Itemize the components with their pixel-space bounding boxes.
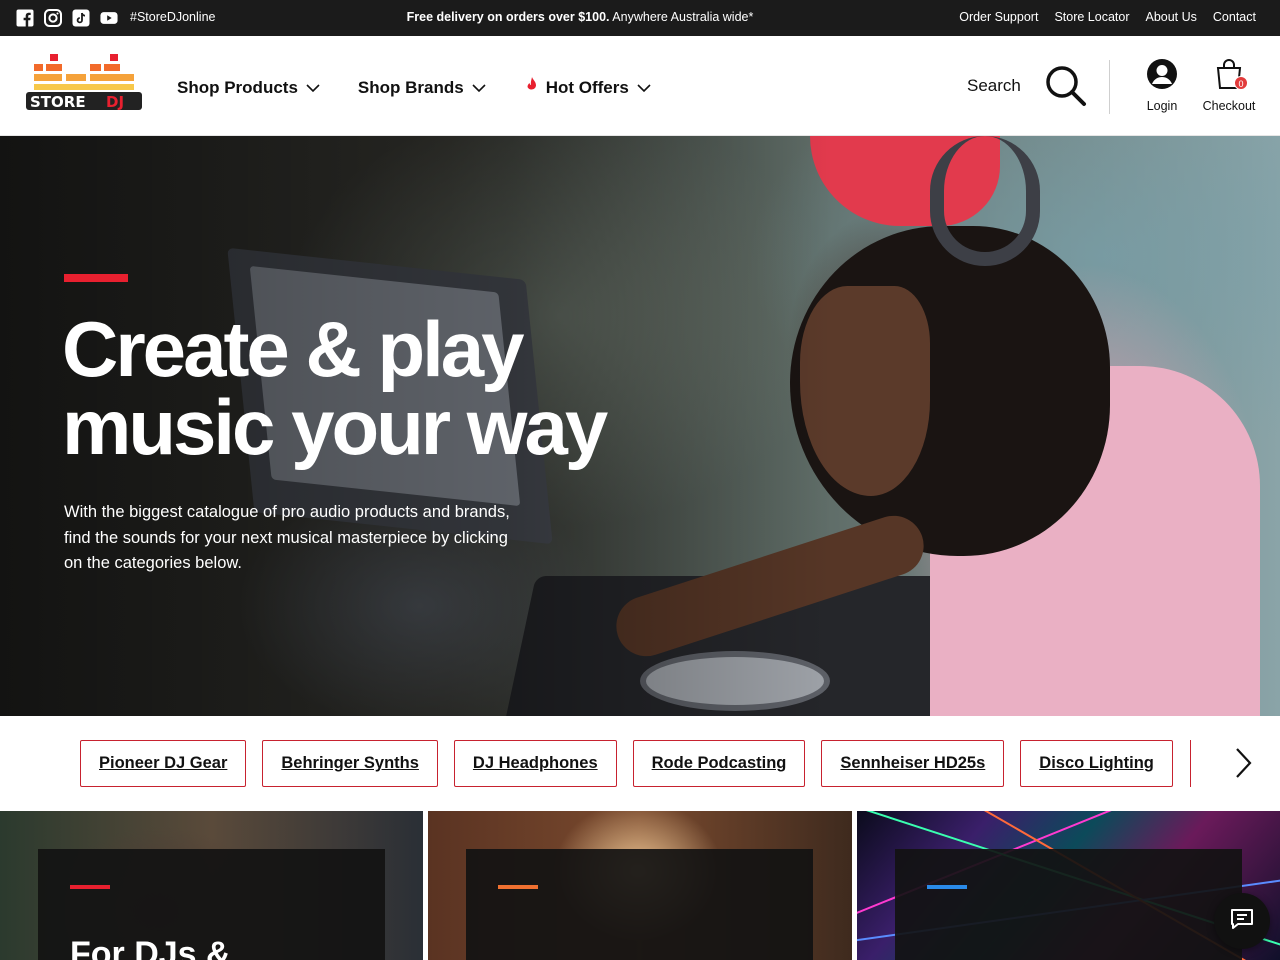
pill-sennheiser-hd25s[interactable]: Sennheiser HD25s (821, 740, 1005, 787)
user-icon (1146, 59, 1178, 93)
shopping-bag-icon: 0 (1214, 58, 1248, 90)
card-accent-bar (498, 885, 539, 889)
hero-title-line-1: Create & play (62, 305, 525, 393)
about-us-link[interactable]: About Us (1145, 10, 1196, 24)
pill-pioneer-dj-gear[interactable]: Pioneer DJ Gear (80, 740, 247, 787)
chevron-right-icon[interactable] (1230, 746, 1256, 785)
promo-card-lighting[interactable] (856, 811, 1280, 960)
category-carousel: Pioneer DJ Gear Behringer Synths DJ Head… (0, 716, 1280, 811)
flame-icon (524, 76, 540, 99)
search-label[interactable]: Search (967, 76, 1021, 96)
promo-cards: For DJs & (0, 811, 1280, 960)
search-icon[interactable] (1044, 64, 1088, 113)
nav-hot-offers[interactable]: Hot Offers (524, 76, 651, 99)
nav-hot-offers-label: Hot Offers (545, 77, 629, 97)
card-accent-bar (70, 885, 110, 889)
cart-count-badge: 0 (1234, 76, 1248, 90)
promo-rest: Anywhere Australia wide* (609, 10, 754, 24)
main-nav: Shop Products Shop Brands Hot Offers (177, 76, 689, 99)
svg-text:STORE: STORE (30, 93, 86, 111)
pill-behringer-synths[interactable]: Behringer Synths (262, 740, 438, 787)
promo-card-panel (894, 849, 1242, 960)
site-header: STORE DJ Shop Products Shop Brands Hot O… (0, 36, 1280, 136)
promo-card-panel (466, 849, 814, 960)
checkout-button[interactable]: 0 Checkout (1199, 58, 1259, 113)
promo-card-producers[interactable] (428, 811, 852, 960)
category-pills: Pioneer DJ Gear Behringer Synths DJ Head… (80, 740, 1173, 787)
header-divider (1109, 60, 1110, 114)
nav-shop-brands-label: Shop Brands (357, 77, 464, 97)
chat-button[interactable] (1214, 893, 1270, 949)
pill-dj-headphones[interactable]: DJ Headphones (453, 740, 617, 787)
nav-shop-brands[interactable]: Shop Brands (358, 76, 486, 99)
store-locator-link[interactable]: Store Locator (1054, 10, 1129, 24)
contact-link[interactable]: Contact (1213, 10, 1256, 24)
nav-shop-products-label: Shop Products (177, 77, 298, 97)
top-links: Order Support Store Locator About Us Con… (959, 10, 1256, 24)
hero-title: Create & play music your way (62, 310, 702, 466)
pill-overflow-edge (1190, 740, 1191, 787)
promo-card-panel: For DJs & (38, 849, 385, 960)
promo-card-djs[interactable]: For DJs & (0, 811, 424, 960)
chevron-down-icon (306, 78, 320, 98)
promo-card-title: For DJs & (70, 935, 231, 960)
pill-rode-podcasting[interactable]: Rode Podcasting (632, 740, 806, 787)
promo-bold: Free delivery on orders over $100. (406, 10, 610, 24)
svg-text:DJ: DJ (106, 93, 124, 111)
checkout-label: Checkout (1202, 99, 1256, 113)
card-accent-bar (926, 885, 967, 889)
nav-shop-products[interactable]: Shop Products (177, 76, 320, 99)
hero-subtitle: With the biggest catalogue of pro audio … (64, 503, 510, 572)
pill-disco-lighting[interactable]: Disco Lighting (1020, 740, 1173, 787)
store-dj-logo[interactable]: STORE DJ (24, 52, 144, 112)
order-support-link[interactable]: Order Support (959, 10, 1038, 24)
chat-icon (1230, 908, 1254, 935)
top-bar: #StoreDJonline Free delivery on orders o… (0, 0, 1280, 36)
login-label: Login (1146, 99, 1178, 113)
hero-accent-bar (64, 274, 128, 282)
chevron-down-icon (472, 78, 486, 98)
login-button[interactable]: Login (1142, 58, 1182, 113)
hero-title-line-2: music your way (62, 383, 608, 471)
hero-banner: Create & play music your way With the bi… (0, 136, 1280, 716)
chevron-down-icon (637, 78, 651, 98)
